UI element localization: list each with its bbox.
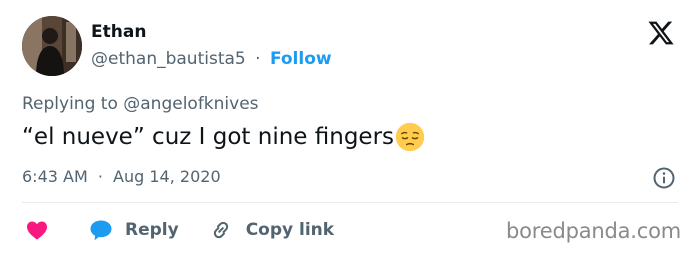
author-handle[interactable]: @ethan_bautista5 <box>91 49 246 69</box>
divider <box>22 202 678 203</box>
pensive-face-emoji-icon <box>395 122 425 152</box>
separator-dot: · <box>255 49 261 69</box>
link-icon <box>213 221 228 239</box>
tweet-meta: 6:43 AM · Aug 14, 2020 <box>22 167 221 186</box>
copy-link-button[interactable]: Copy link <box>209 218 334 242</box>
reply-button[interactable]: Reply <box>88 218 179 242</box>
replying-to-label: Replying to <box>22 94 118 114</box>
tweet-date[interactable]: Aug 14, 2020 <box>113 167 221 186</box>
x-logo-icon[interactable] <box>646 19 676 47</box>
meta-separator: · <box>97 167 103 186</box>
avatar[interactable] <box>22 16 82 76</box>
author-handle-row: @ethan_bautista5 · Follow <box>91 49 332 69</box>
reply-context: Replying to @angelofknives <box>22 94 259 114</box>
avatar-photo <box>22 16 82 76</box>
tweet-text: “el nueve” cuz I got nine fingers <box>22 122 425 152</box>
reply-mention-link[interactable]: @angelofknives <box>123 94 258 114</box>
author-name[interactable]: Ethan <box>91 22 146 42</box>
tweet-body: “el nueve” cuz I got nine fingers <box>22 124 395 150</box>
follow-button[interactable]: Follow <box>270 49 332 69</box>
copy-link-label: Copy link <box>245 220 335 240</box>
info-icon[interactable] <box>652 166 676 190</box>
tweet-time[interactable]: 6:43 AM <box>22 167 88 186</box>
action-bar: Reply Copy link <box>22 215 334 245</box>
reply-bubble-icon <box>90 220 112 241</box>
reply-label: Reply <box>125 220 179 240</box>
watermark: boredpanda.com <box>506 219 682 243</box>
heart-icon[interactable] <box>24 218 50 242</box>
